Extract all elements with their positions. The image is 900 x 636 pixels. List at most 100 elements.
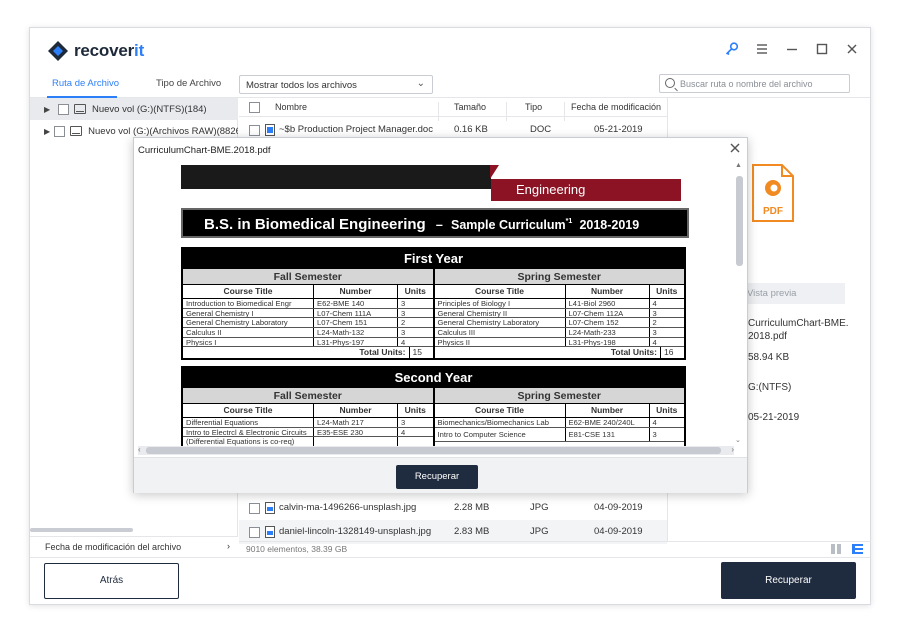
file-filter-value: Mostrar todos los archivos xyxy=(246,80,357,91)
sort-selector[interactable]: Fecha de modificación del archivo › xyxy=(30,536,238,557)
file-type: JPG xyxy=(530,526,549,537)
file-size: 2.83 MB xyxy=(454,526,490,537)
image-file-icon xyxy=(265,526,275,538)
dialog-recover-button[interactable]: Recuperar xyxy=(396,465,478,489)
scroll-up-icon[interactable]: ▲ xyxy=(735,162,742,169)
item-count: 9010 elementos, 38.39 GB xyxy=(246,544,348,554)
tab-file-path[interactable]: Ruta de Archivo xyxy=(52,78,119,89)
file-name: daniel-lincoln-1328149-unsplash.jpg xyxy=(279,526,432,537)
drive-icon xyxy=(70,126,83,136)
total-units-row: Total Units: 16 xyxy=(435,347,685,359)
sidebar-item-label: Nuevo vol (G:)(Archivos RAW)(8826 xyxy=(88,125,238,137)
semester-heading: Spring Semester xyxy=(434,387,684,404)
file-filter-select[interactable]: Mostrar todos los archivos ⌄ xyxy=(239,75,433,94)
row-checkbox[interactable] xyxy=(249,125,260,136)
total-units-row: Total Units: 15 xyxy=(183,347,433,359)
table-row[interactable]: calvin-ma-1496266-unsplash.jpg 2.28 MB J… xyxy=(239,496,667,520)
pdf-banner: Engineering xyxy=(181,165,685,201)
toolbar: Ruta de Archivo Tipo de Archivo Mostrar … xyxy=(30,72,870,98)
expand-arrow-icon[interactable]: ▶ xyxy=(44,127,50,136)
preview-file-date: 05-21-2019 xyxy=(748,412,800,423)
file-type: JPG xyxy=(530,502,549,513)
file-size: 2.28 MB xyxy=(454,502,490,513)
select-all-checkbox[interactable] xyxy=(249,102,260,113)
row-checkbox[interactable] xyxy=(249,503,260,514)
sidebar-item-label: Nuevo vol (G:)(NTFS)(184) xyxy=(92,103,207,115)
expand-arrow-icon[interactable]: ▶ xyxy=(44,105,54,114)
doc-file-icon xyxy=(265,124,275,136)
preview-file-path: G:(NTFS) xyxy=(748,382,792,393)
semester-heading: Fall Semester xyxy=(183,387,433,404)
course-row: Biomechanics/Biomechanics Lab E62-BME 240… xyxy=(434,418,684,428)
sidebar-item-ntfs-volume[interactable]: ▶ Nuevo vol (G:)(NTFS)(184) xyxy=(30,98,238,120)
course-row: Calculus II L24-Math-132 3 xyxy=(183,328,433,338)
search-input[interactable] xyxy=(680,77,845,91)
column-date[interactable]: Fecha de modificación xyxy=(571,102,661,112)
column-size[interactable]: Tamaño xyxy=(454,102,486,112)
title-bar: recoverit xyxy=(30,28,870,72)
list-view-icon[interactable] xyxy=(852,544,863,554)
pdf-title: B.S. in Biomedical Engineering – Sample … xyxy=(181,208,689,238)
scroll-thumb[interactable] xyxy=(146,447,721,454)
svg-text:PDF: PDF xyxy=(763,206,783,217)
maximize-icon[interactable] xyxy=(814,41,830,57)
semester-table: Fall Semester Course Title Number Units Di… xyxy=(183,387,433,448)
semester-table: Fall Semester Course Title Number Units In… xyxy=(183,268,433,359)
tab-file-type[interactable]: Tipo de Archivo xyxy=(156,78,221,89)
scroll-down-icon[interactable]: ⌄ xyxy=(735,436,741,444)
pdf-page: Engineering B.S. in Biomedical Engineeri… xyxy=(181,163,689,453)
scroll-left-icon[interactable]: ‹ xyxy=(138,445,141,454)
checkbox[interactable] xyxy=(58,103,69,115)
file-date: 04-09-2019 xyxy=(594,526,643,537)
recover-button[interactable]: Recuperar xyxy=(721,562,856,599)
image-file-icon xyxy=(265,502,275,514)
course-row: Calculus III L24-Math-233 3 xyxy=(434,328,684,338)
semester-table: Spring Semester Course Title Number Units … xyxy=(434,387,684,448)
redacted-header-bar xyxy=(181,165,491,189)
column-type[interactable]: Tipo xyxy=(525,102,542,112)
sort-label: Fecha de modificación del archivo xyxy=(45,542,182,552)
course-row: Physics I L31-Phys-197 4 xyxy=(183,337,433,348)
semester-heading: Fall Semester xyxy=(183,268,433,285)
sidebar-horizontal-scrollbar[interactable] xyxy=(30,528,133,532)
grid-view-icon[interactable] xyxy=(831,544,842,554)
minimize-icon[interactable] xyxy=(784,41,800,57)
drive-icon xyxy=(74,104,86,114)
close-icon[interactable] xyxy=(844,41,860,57)
year-heading: First Year xyxy=(403,251,464,266)
row-checkbox[interactable] xyxy=(249,527,260,538)
preview-file-size: 58.94 KB xyxy=(748,352,790,363)
course-row: General Chemistry Laboratory L07-Chem 151… xyxy=(183,318,433,329)
semester-heading: Spring Semester xyxy=(434,268,684,285)
vertical-scrollbar[interactable]: ▲ ⌄ xyxy=(735,162,744,447)
app-brand: recoverit xyxy=(74,41,145,60)
window-controls xyxy=(724,41,860,57)
checkbox[interactable] xyxy=(54,125,66,137)
year-heading: Second Year xyxy=(394,370,473,385)
pdf-file-icon: PDF xyxy=(752,164,794,222)
file-size: 0.16 KB xyxy=(454,124,488,135)
course-row: General Chemistry II L07-Chem 112A 3 xyxy=(434,308,684,319)
file-type: DOC xyxy=(530,124,552,135)
file-date: 05-21-2019 xyxy=(594,124,643,135)
back-button[interactable]: Atrás xyxy=(44,563,179,599)
scroll-right-icon[interactable]: › xyxy=(731,445,734,454)
semester-table: Spring Semester Course Title Number Units … xyxy=(434,268,685,359)
key-icon[interactable] xyxy=(724,41,740,57)
preview-button[interactable]: Vista previa xyxy=(743,283,845,304)
dialog-footer: Recuperar xyxy=(134,457,747,493)
close-icon[interactable] xyxy=(729,142,741,154)
status-bar: 9010 elementos, 38.39 GB xyxy=(239,541,871,557)
menu-icon[interactable] xyxy=(754,41,770,57)
course-row: Physics II L31-Phys-198 4 xyxy=(434,337,684,348)
second-year-table: Second Year Fall Semester Course Title Nu… xyxy=(181,366,686,450)
scroll-thumb[interactable] xyxy=(736,176,743,266)
search-box xyxy=(659,74,850,93)
column-name[interactable]: Nombre xyxy=(275,102,307,112)
engineering-banner: Engineering xyxy=(490,165,681,201)
search-icon xyxy=(665,78,675,88)
horizontal-scrollbar[interactable]: ‹ › xyxy=(138,445,734,455)
logo: recoverit xyxy=(47,40,144,62)
course-row: Intro to Computer Science E81-CSE 131 3 xyxy=(434,427,684,442)
pdf-viewer[interactable]: Engineering B.S. in Biomedical Engineeri… xyxy=(135,158,746,456)
